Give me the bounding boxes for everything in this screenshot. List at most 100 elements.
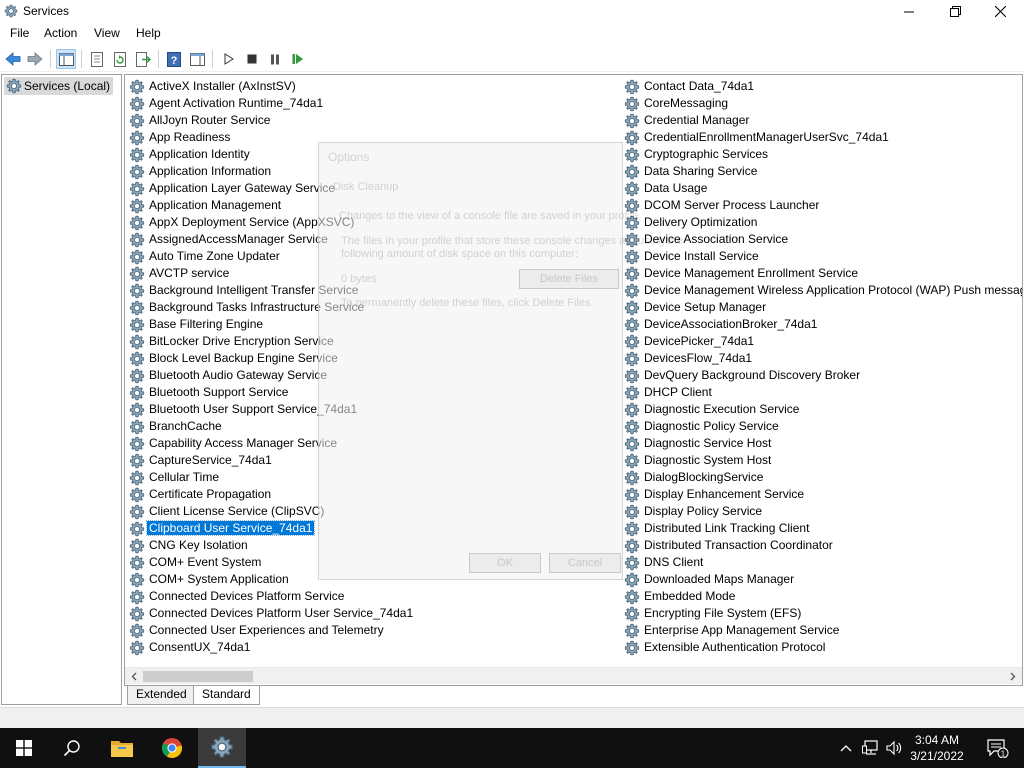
search-icon[interactable] bbox=[48, 728, 96, 768]
service-list-item[interactable]: DHCP Client bbox=[622, 384, 1022, 401]
menu-action[interactable]: Action bbox=[44, 26, 77, 40]
service-list-item[interactable]: Display Enhancement Service bbox=[622, 486, 1022, 503]
service-list-item[interactable]: Downloaded Maps Manager bbox=[622, 571, 1022, 588]
menu-help[interactable]: Help bbox=[136, 26, 161, 40]
service-list-item[interactable]: DevicesFlow_74da1 bbox=[622, 350, 1022, 367]
service-list-item[interactable]: Connected Devices Platform Service bbox=[127, 588, 415, 605]
start-icon[interactable] bbox=[0, 728, 48, 768]
scroll-right-icon[interactable] bbox=[1006, 670, 1020, 683]
tab-standard[interactable]: Standard bbox=[193, 686, 260, 705]
service-name: CaptureService_74da1 bbox=[149, 453, 272, 467]
show-hidden-icons-chevron-icon[interactable] bbox=[836, 728, 856, 768]
service-gear-icon bbox=[624, 317, 640, 333]
forward-arrow-icon[interactable] bbox=[25, 49, 45, 69]
service-gear-icon bbox=[129, 589, 145, 605]
service-list-item[interactable]: Data Usage bbox=[622, 180, 1022, 197]
stop-service-icon[interactable] bbox=[242, 49, 262, 69]
service-list-item[interactable]: CoreMessaging bbox=[622, 95, 1022, 112]
service-list-item[interactable]: Connected Devices Platform User Service_… bbox=[127, 605, 415, 622]
service-gear-icon bbox=[624, 623, 640, 639]
service-name: ActiveX Installer (AxInstSV) bbox=[149, 79, 296, 93]
service-list-item[interactable]: DNS Client bbox=[622, 554, 1022, 571]
service-list-item[interactable]: Device Setup Manager bbox=[622, 299, 1022, 316]
volume-icon[interactable] bbox=[884, 728, 906, 768]
service-name: DNS Client bbox=[644, 555, 704, 569]
tree-item-services-local[interactable]: Services (Local) bbox=[4, 77, 114, 95]
service-list-item[interactable]: Display Policy Service bbox=[622, 503, 1022, 520]
chrome-icon[interactable] bbox=[148, 728, 196, 768]
service-list-item[interactable]: Distributed Transaction Coordinator bbox=[622, 537, 1022, 554]
start-service-icon[interactable] bbox=[219, 49, 239, 69]
service-gear-icon bbox=[624, 181, 640, 197]
menu-file[interactable]: File bbox=[10, 26, 29, 40]
pause-service-icon[interactable] bbox=[265, 49, 285, 69]
menu-view[interactable]: View bbox=[94, 26, 120, 40]
service-gear-icon bbox=[129, 419, 145, 435]
service-list-item[interactable]: Cryptographic Services bbox=[622, 146, 1022, 163]
service-list-item[interactable]: Diagnostic Execution Service bbox=[622, 401, 1022, 418]
horizontal-scrollbar[interactable] bbox=[125, 667, 1022, 684]
service-list-item[interactable]: Distributed Link Tracking Client bbox=[622, 520, 1022, 537]
service-name: Data Sharing Service bbox=[644, 164, 758, 178]
service-list-item[interactable]: Device Management Wireless Application P… bbox=[622, 282, 1022, 299]
help-icon[interactable]: ? bbox=[164, 49, 184, 69]
service-list-item[interactable]: DevQuery Background Discovery Broker bbox=[622, 367, 1022, 384]
service-gear-icon bbox=[624, 538, 640, 554]
service-list-item[interactable]: DCOM Server Process Launcher bbox=[622, 197, 1022, 214]
service-list-item[interactable]: ConsentUX_74da1 bbox=[127, 639, 415, 656]
notification-center-icon[interactable]: 1 bbox=[980, 728, 1016, 768]
service-list-item[interactable]: Device Management Enrollment Service bbox=[622, 265, 1022, 282]
service-list-item[interactable]: Enterprise App Management Service bbox=[622, 622, 1022, 639]
services-icon[interactable] bbox=[198, 728, 246, 768]
service-list-item[interactable]: ActiveX Installer (AxInstSV) bbox=[127, 78, 415, 95]
scrollbar-thumb[interactable] bbox=[143, 671, 253, 682]
restore-button[interactable] bbox=[932, 0, 978, 23]
service-name: Device Management Enrollment Service bbox=[644, 266, 859, 280]
service-list-item[interactable]: CredentialEnrollmentManagerUserSvc_74da1 bbox=[622, 129, 1022, 146]
tab-extended[interactable]: Extended bbox=[127, 686, 196, 705]
restart-service-icon[interactable] bbox=[288, 49, 308, 69]
service-list-item[interactable]: Delivery Optimization bbox=[622, 214, 1022, 231]
view-tabs: Extended Standard bbox=[124, 686, 1023, 706]
service-gear-icon bbox=[129, 334, 145, 350]
service-list-item[interactable]: Diagnostic Service Host bbox=[622, 435, 1022, 452]
service-list-item[interactable]: Extensible Authentication Protocol bbox=[622, 639, 1022, 656]
service-list-item[interactable]: Diagnostic System Host bbox=[622, 452, 1022, 469]
service-list-item[interactable]: Contact Data_74da1 bbox=[622, 78, 1022, 95]
properties-icon[interactable] bbox=[87, 49, 107, 69]
minimize-button[interactable] bbox=[886, 0, 932, 23]
service-list-item[interactable]: Connected User Experiences and Telemetry bbox=[127, 622, 415, 639]
file-explorer-icon[interactable] bbox=[98, 728, 146, 768]
ghost-cancel-button: Cancel bbox=[549, 553, 621, 573]
service-name: Enterprise App Management Service bbox=[644, 623, 840, 637]
ghost-dialog-title: Options bbox=[328, 150, 370, 164]
services-column-2: Contact Data_74da1 CoreMessaging Credentia… bbox=[622, 78, 1022, 656]
export-list-icon[interactable] bbox=[133, 49, 153, 69]
service-gear-icon bbox=[129, 572, 145, 588]
taskbar-clock[interactable]: 3:04 AM 3/21/2022 bbox=[906, 732, 968, 764]
network-icon[interactable] bbox=[860, 728, 882, 768]
service-list-item[interactable]: DevicePicker_74da1 bbox=[622, 333, 1022, 350]
title-bar: Services bbox=[0, 0, 1024, 23]
scroll-left-icon[interactable] bbox=[127, 670, 141, 683]
service-list-item[interactable]: Data Sharing Service bbox=[622, 163, 1022, 180]
taskbar: 3:04 AM 3/21/2022 1 bbox=[0, 728, 1024, 768]
show-hide-console-tree-icon[interactable] bbox=[56, 49, 76, 69]
service-list-item[interactable]: Embedded Mode bbox=[622, 588, 1022, 605]
refresh-icon[interactable] bbox=[110, 49, 130, 69]
service-list-item[interactable]: Credential Manager bbox=[622, 112, 1022, 129]
service-gear-icon bbox=[624, 79, 640, 95]
service-list-item[interactable]: AllJoyn Router Service bbox=[127, 112, 415, 129]
service-gear-icon bbox=[129, 351, 145, 367]
service-list-item[interactable]: Diagnostic Policy Service bbox=[622, 418, 1022, 435]
back-arrow-icon[interactable] bbox=[3, 49, 23, 69]
service-list-item[interactable]: DeviceAssociationBroker_74da1 bbox=[622, 316, 1022, 333]
service-name: BranchCache bbox=[149, 419, 222, 433]
service-list-item[interactable]: Encrypting File System (EFS) bbox=[622, 605, 1022, 622]
close-button[interactable] bbox=[977, 0, 1023, 23]
service-list-item[interactable]: Agent Activation Runtime_74da1 bbox=[127, 95, 415, 112]
service-gear-icon bbox=[129, 266, 145, 282]
service-list-item[interactable]: Device Install Service bbox=[622, 248, 1022, 265]
show-hide-action-pane-icon[interactable] bbox=[187, 49, 207, 69]
service-list-item[interactable]: DialogBlockingService bbox=[622, 469, 1022, 486]
